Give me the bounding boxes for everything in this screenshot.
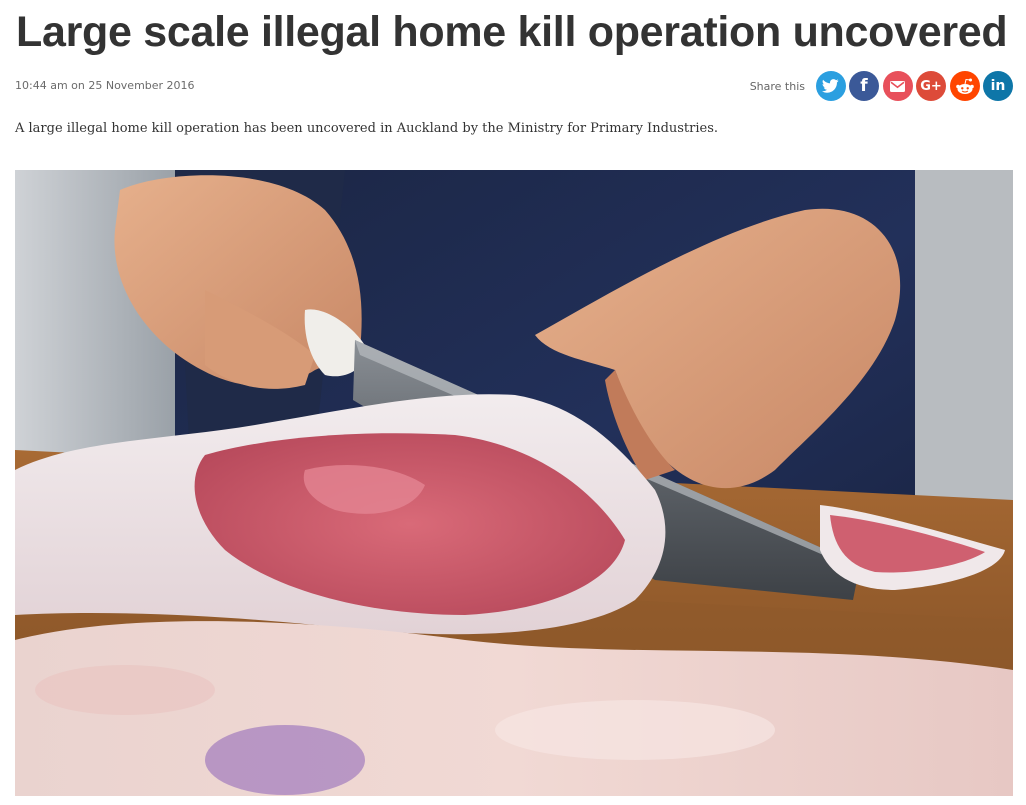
article-hero-image xyxy=(15,170,1013,796)
facebook-f-icon: f xyxy=(860,75,868,96)
share-twitter-button[interactable] xyxy=(815,71,846,101)
share-linkedin-button[interactable]: in xyxy=(983,71,1013,101)
share-reddit-button[interactable] xyxy=(949,71,980,101)
google-plus-icon: G+ xyxy=(920,78,942,94)
linkedin-icon: in xyxy=(990,78,1006,94)
butcher-cutting-meat-photo xyxy=(15,170,1013,796)
share-bar: Share this f G+ in xyxy=(750,70,1013,102)
share-facebook-button[interactable]: f xyxy=(849,71,879,101)
share-google-plus-button[interactable]: G+ xyxy=(916,71,946,101)
reddit-alien-icon xyxy=(955,78,974,94)
article-standfirst: A large illegal home kill operation has … xyxy=(15,121,719,136)
share-label: Share this xyxy=(749,79,805,93)
share-email-button[interactable] xyxy=(882,71,913,101)
article-timestamp: 10:44 am on 25 November 2016 xyxy=(15,79,195,92)
twitter-bird-icon xyxy=(822,79,839,93)
article-headline: Large scale illegal home kill operation … xyxy=(16,8,1008,56)
envelope-icon xyxy=(890,80,905,92)
article-meta: 10:44 am on 25 November 2016 Share this … xyxy=(15,70,1013,102)
